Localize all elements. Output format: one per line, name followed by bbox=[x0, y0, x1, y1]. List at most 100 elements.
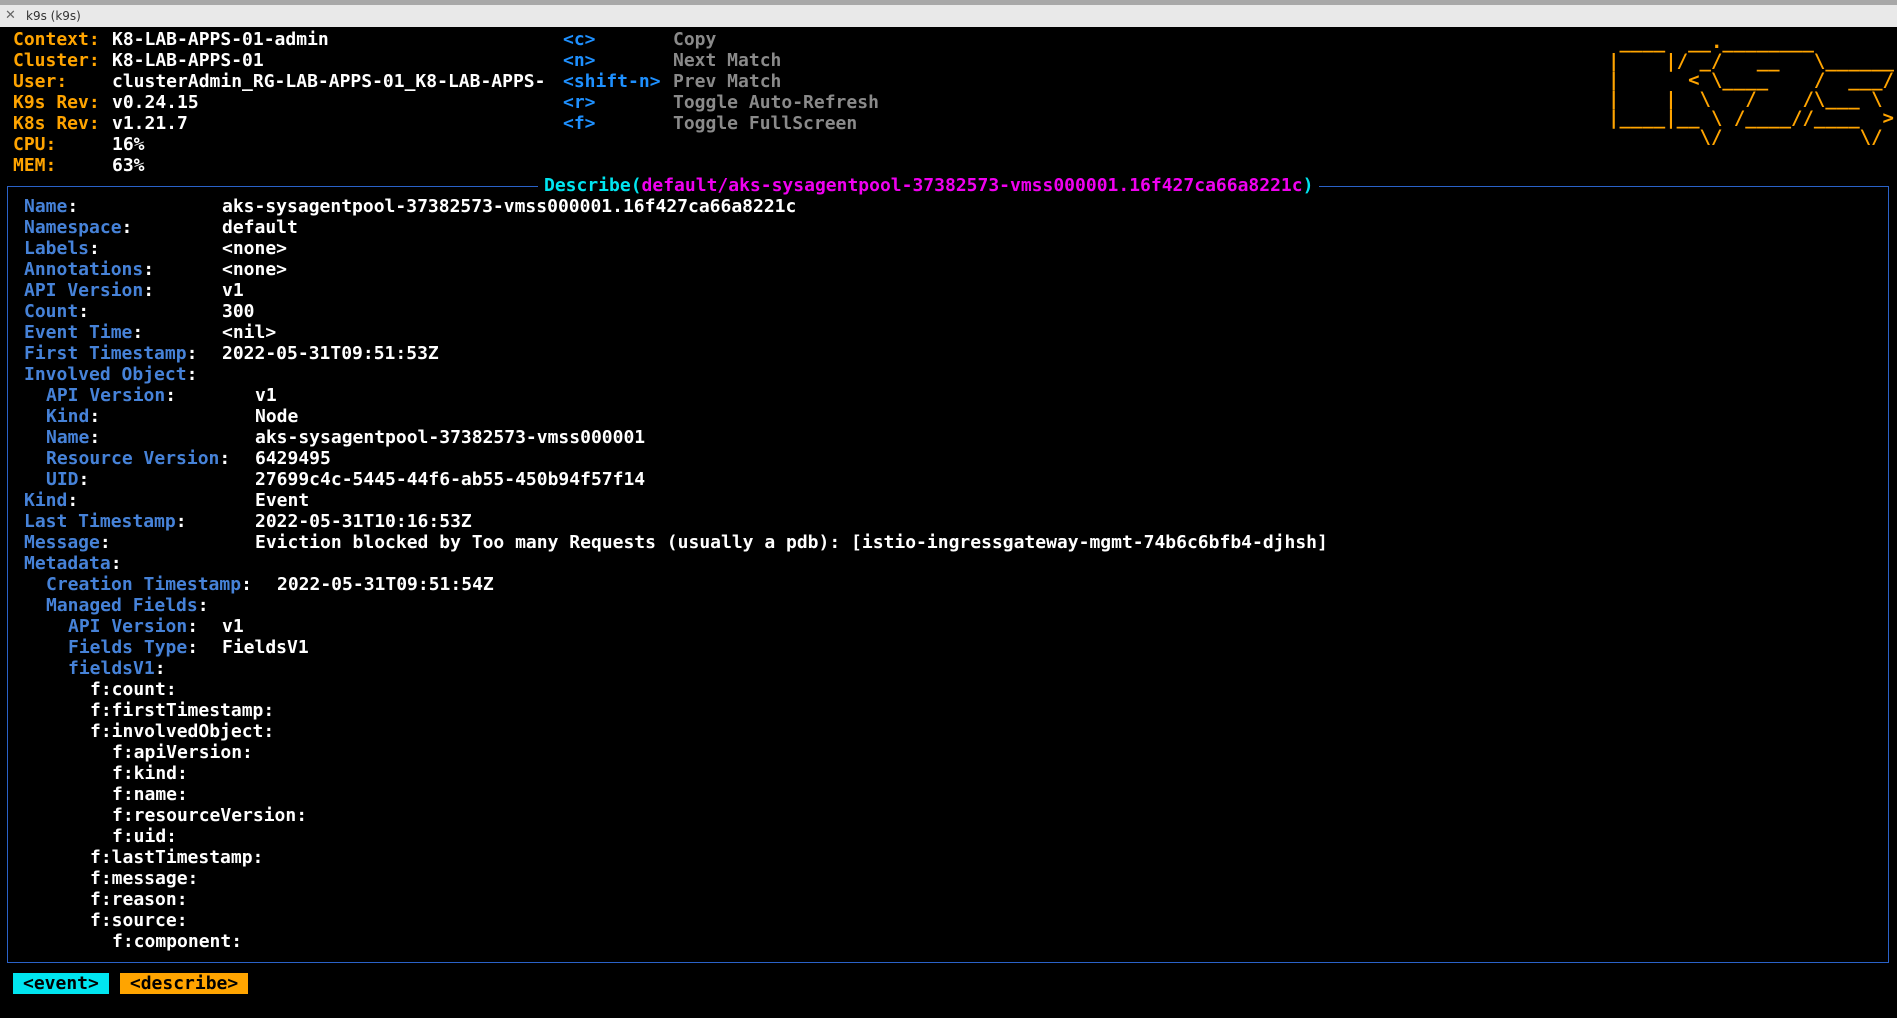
describe-value: aks-sysagentpool-37382573-vmss000001.16f… bbox=[222, 196, 797, 217]
describe-value: v1 bbox=[222, 280, 244, 301]
shortcut-key-fullscreen[interactable]: <f> bbox=[563, 113, 596, 134]
k9s-rev-value: v0.24.15 bbox=[112, 92, 199, 113]
describe-row: f:apiVersion: bbox=[24, 742, 307, 763]
describe-key: Namespace bbox=[24, 217, 122, 238]
describe-key: f:name: bbox=[112, 784, 188, 805]
crumb-describe[interactable]: <describe> bbox=[119, 973, 249, 994]
describe-key: Involved Object bbox=[24, 364, 187, 385]
describe-row: Resource Version: 6429495 bbox=[46, 448, 331, 469]
describe-value: <none> bbox=[222, 238, 288, 259]
user-value: clusterAdmin_RG-LAB-APPS-01_K8-LAB-APPS- bbox=[112, 71, 546, 92]
describe-row: Involved Object: bbox=[24, 364, 198, 385]
window-title: k9s (k9s) bbox=[26, 9, 81, 23]
context-row: Context: bbox=[13, 29, 100, 50]
describe-key: f:count: bbox=[90, 679, 177, 700]
describe-key: Creation Timestamp bbox=[46, 574, 242, 595]
describe-key: f:uid: bbox=[112, 826, 178, 847]
describe-key: f:apiVersion: bbox=[112, 742, 253, 763]
describe-row: f:name: bbox=[24, 784, 307, 805]
k9s-rev-label: K9s Rev: bbox=[13, 92, 100, 113]
cpu-label: CPU: bbox=[13, 134, 57, 155]
describe-value: default bbox=[222, 217, 298, 238]
shortcut-key-copy[interactable]: <c> bbox=[563, 29, 596, 50]
k8s-rev-value: v1.21.7 bbox=[112, 113, 188, 134]
describe-row: UID: 27699c4c-5445-44f6-ab55-450b94f57f14 bbox=[46, 469, 646, 490]
close-icon[interactable]: ✕ bbox=[5, 8, 16, 23]
describe-key: Annotations bbox=[24, 259, 144, 280]
describe-row: Last Timestamp: 2022-05-31T10:16:53Z bbox=[24, 511, 472, 532]
describe-key: Last Timestamp bbox=[24, 511, 176, 532]
k8s-rev-label: K8s Rev: bbox=[13, 113, 100, 134]
describe-key: UID bbox=[46, 469, 79, 490]
describe-row: API Version: v1 bbox=[24, 280, 244, 301]
describe-row: f:uid: bbox=[24, 826, 307, 847]
shortcut-desc-fullscreen[interactable]: Toggle FullScreen bbox=[673, 113, 857, 134]
user-label: User: bbox=[13, 71, 68, 92]
shortcut-desc-copy[interactable]: Copy bbox=[673, 29, 716, 50]
describe-key: Labels bbox=[24, 238, 90, 259]
describe-row: f:component: bbox=[24, 931, 307, 952]
describe-row: Event Time: <nil> bbox=[24, 322, 277, 343]
crumb-event[interactable]: <event> bbox=[13, 973, 109, 994]
describe-row: f:count: bbox=[24, 679, 307, 700]
cluster-value: K8-LAB-APPS-01 bbox=[112, 50, 264, 71]
describe-value: 27699c4c-5445-44f6-ab55-450b94f57f14 bbox=[255, 469, 646, 490]
describe-row: Name: aks-sysagentpool-37382573-vmss00000… bbox=[46, 427, 646, 448]
describe-row: Annotations: <none> bbox=[24, 259, 288, 280]
describe-key: f:involvedObject: bbox=[90, 721, 275, 742]
window-titlebar: ✕ k9s (k9s) bbox=[0, 0, 1897, 27]
shortcut-key-refresh[interactable]: <r> bbox=[563, 92, 596, 113]
describe-row: Creation Timestamp: 2022-05-31T09:51:54Z bbox=[46, 574, 494, 595]
describe-row: f:involvedObject: bbox=[24, 721, 307, 742]
describe-key: f:lastTimestamp: bbox=[90, 847, 264, 868]
describe-value: 2022-05-31T09:51:53Z bbox=[222, 343, 439, 364]
describe-key: API Version bbox=[68, 616, 188, 637]
describe-key: Kind bbox=[46, 406, 90, 427]
describe-row: f:kind: bbox=[24, 763, 307, 784]
describe-body: Name: aks-sysagentpool-37382573-vmss00000… bbox=[24, 196, 1328, 952]
describe-key: Event Time bbox=[24, 322, 133, 343]
describe-key: f:resourceVersion: bbox=[112, 805, 308, 826]
describe-row: Name: aks-sysagentpool-37382573-vmss00000… bbox=[24, 196, 797, 217]
describe-value: 2022-05-31T09:51:54Z bbox=[277, 574, 494, 595]
describe-row: fieldsV1: bbox=[68, 658, 166, 679]
describe-key: fieldsV1 bbox=[68, 658, 155, 679]
describe-value: v1 bbox=[255, 385, 277, 406]
describe-key: Managed Fields bbox=[46, 595, 198, 616]
describe-value: <none> bbox=[222, 259, 288, 280]
describe-key: Name bbox=[24, 196, 68, 217]
shortcut-key-next[interactable]: <n> bbox=[563, 50, 596, 71]
describe-key: f:kind: bbox=[112, 763, 188, 784]
describe-value: Node bbox=[255, 406, 299, 427]
describe-key: f:component: bbox=[112, 931, 243, 952]
describe-row: API Version: v1 bbox=[68, 616, 244, 637]
describe-key: Metadata bbox=[24, 553, 111, 574]
describe-row: Namespace: default bbox=[24, 217, 298, 238]
describe-row: f:lastTimestamp: bbox=[24, 847, 307, 868]
describe-key: API Version bbox=[46, 385, 166, 406]
describe-value: Eviction blocked by Too many Requests (u… bbox=[255, 532, 1328, 553]
describe-row: Kind: Node bbox=[46, 406, 299, 427]
shortcut-desc-next[interactable]: Next Match bbox=[673, 50, 781, 71]
describe-key: Name bbox=[46, 427, 90, 448]
describe-row: f:reason: bbox=[24, 889, 307, 910]
k9s-logo: ____ __.________ | |/ _/ __ \______ | < … bbox=[1608, 31, 1894, 148]
describe-row: Managed Fields: bbox=[46, 595, 209, 616]
describe-row: Kind: Event bbox=[24, 490, 310, 511]
shortcut-desc-refresh[interactable]: Toggle Auto-Refresh bbox=[673, 92, 879, 113]
describe-key: f:message: bbox=[90, 868, 199, 889]
describe-value: Event bbox=[255, 490, 310, 511]
describe-row: f:message: bbox=[24, 868, 307, 889]
describe-key: Kind bbox=[24, 490, 68, 511]
describe-key: Resource Version bbox=[46, 448, 220, 469]
describe-value: v1 bbox=[222, 616, 244, 637]
describe-row: Count: 300 bbox=[24, 301, 255, 322]
panel-title-path: default/aks-sysagentpool-37382573-vmss00… bbox=[641, 175, 1303, 196]
cluster-label: Cluster: bbox=[13, 50, 100, 71]
shortcut-key-prev[interactable]: <shift-n> bbox=[563, 71, 661, 92]
describe-value: FieldsV1 bbox=[222, 637, 309, 658]
shortcut-desc-prev[interactable]: Prev Match bbox=[673, 71, 781, 92]
describe-key: f:reason: bbox=[90, 889, 188, 910]
describe-key: f:firstTimestamp: bbox=[90, 700, 275, 721]
describe-key: Fields Type bbox=[68, 637, 188, 658]
